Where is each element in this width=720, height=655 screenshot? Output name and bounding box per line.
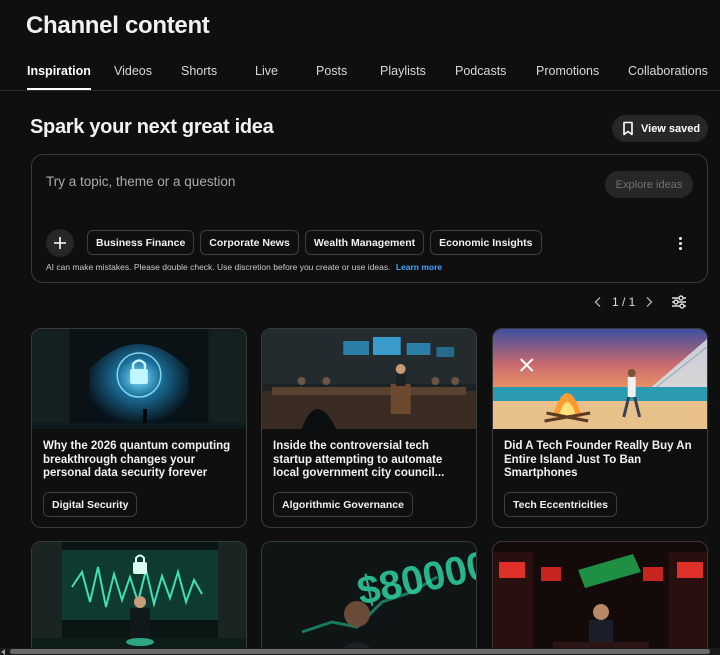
topic-chip[interactable]: Wealth Management (304, 230, 425, 255)
card-title: Did A Tech Founder Really Buy An Entire … (504, 440, 692, 479)
idea-card[interactable] (31, 541, 247, 655)
topic-chip[interactable]: Corporate News (200, 230, 299, 255)
tab-posts[interactable]: Posts (316, 64, 347, 78)
card-tag[interactable]: Algorithmic Governance (273, 492, 413, 517)
idea-card[interactable]: $80000 (261, 541, 477, 655)
topic-chips: Business Finance Corporate News Wealth M… (87, 230, 542, 255)
idea-card[interactable]: Did A Tech Founder Really Buy An Entire … (492, 328, 708, 528)
tab-shorts[interactable]: Shorts (181, 64, 217, 78)
learn-more-link[interactable]: Learn more (396, 262, 442, 272)
idea-card[interactable]: Inside the controversial tech startup at… (261, 328, 477, 528)
idea-card[interactable]: Why the 2026 quantum computing breakthro… (31, 328, 247, 528)
tab-promotions[interactable]: Promotions (536, 64, 599, 78)
spark-title: Spark your next great idea (30, 116, 274, 138)
card-tag[interactable]: Tech Eccentricities (504, 492, 617, 517)
thumbnail-sound-lock (32, 542, 246, 655)
tab-live[interactable]: Live (255, 64, 278, 78)
thumbnail-money-figure: $80000 (262, 542, 476, 655)
tab-inspiration[interactable]: Inspiration (27, 64, 91, 90)
disclaimer-text: AI can make mistakes. Please double chec… (46, 262, 391, 272)
ai-disclaimer: AI can make mistakes. Please double chec… (46, 262, 442, 272)
pagination: 1 / 1 (594, 293, 653, 311)
idea-prompt-box: Explore ideas Business Finance Corporate… (31, 154, 708, 283)
thumbnail-council-chamber (262, 329, 476, 429)
page-indicator: 1 / 1 (612, 295, 636, 309)
card-title: Why the 2026 quantum computing breakthro… (43, 440, 231, 479)
explore-ideas-button[interactable]: Explore ideas (605, 171, 693, 198)
view-saved-button[interactable]: View saved (612, 115, 708, 142)
more-options-icon[interactable] (673, 233, 687, 253)
tab-videos[interactable]: Videos (114, 64, 152, 78)
tab-playlists[interactable]: Playlists (380, 64, 426, 78)
card-tag[interactable]: Digital Security (43, 492, 138, 517)
chevron-right-icon[interactable] (645, 296, 653, 308)
page-title: Channel content (26, 12, 210, 39)
scrollbar-thumb[interactable] (10, 649, 710, 654)
scroll-left-arrow-icon[interactable] (1, 649, 5, 655)
topic-chip[interactable]: Business Finance (87, 230, 195, 255)
card-title: Inside the controversial tech startup at… (273, 440, 445, 479)
thumbnail-server-room (493, 542, 707, 655)
plus-icon (54, 237, 66, 249)
thumbnail-quantum-lock (32, 329, 246, 429)
tab-bar: Inspiration Videos Shorts Live Posts Pla… (0, 56, 720, 91)
topic-chip[interactable]: Economic Insights (430, 230, 542, 255)
chevron-left-icon[interactable] (594, 296, 602, 308)
filter-settings-icon[interactable] (670, 293, 688, 311)
add-button[interactable] (46, 229, 74, 257)
bookmark-icon (623, 121, 633, 136)
idea-card[interactable] (492, 541, 708, 655)
view-saved-label: View saved (641, 122, 701, 135)
tab-podcasts[interactable]: Podcasts (455, 64, 506, 78)
idea-prompt-input[interactable] (46, 174, 586, 189)
tab-collaborations[interactable]: Collaborations (628, 64, 708, 78)
horizontal-scrollbar[interactable] (0, 648, 720, 655)
thumbnail-island-bonfire (493, 329, 707, 429)
